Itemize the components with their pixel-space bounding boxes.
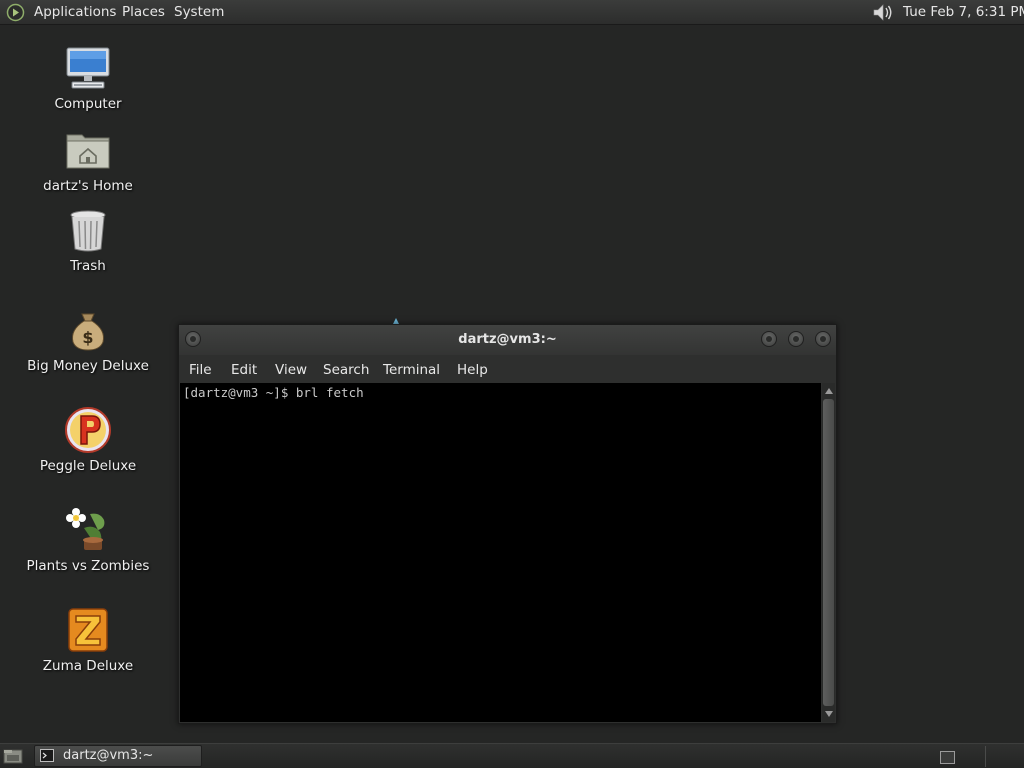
terminal-icon (40, 749, 54, 762)
menu-view[interactable]: View (275, 362, 307, 378)
desktop-icon-peggle[interactable]: Peggle Deluxe (23, 406, 153, 474)
desktop-icon-label: Computer (54, 96, 122, 112)
menu-search[interactable]: Search (323, 362, 369, 378)
svg-text:$: $ (82, 328, 93, 347)
main-menu-logo-icon[interactable] (6, 3, 25, 22)
desktop-icon-trash[interactable]: Trash (23, 206, 153, 274)
system-menu[interactable]: System (174, 4, 224, 20)
menu-file[interactable]: File (189, 362, 212, 378)
menu-help[interactable]: Help (457, 362, 488, 378)
computer-icon (66, 47, 110, 89)
desktop-icon-plants-vs-zombies[interactable]: Plants vs Zombies (23, 506, 153, 574)
terminal-scrollbar[interactable] (822, 383, 835, 722)
bottom-panel: dartz@vm3:~ (0, 743, 1024, 768)
maximize-button[interactable] (788, 331, 804, 347)
desktop-icon-label: Zuma Deluxe (42, 658, 134, 674)
desktop-icon-big-money[interactable]: $ Big Money Deluxe (23, 306, 153, 374)
window-titlebar[interactable]: dartz@vm3:~ (179, 325, 836, 355)
scroll-down-arrow-icon[interactable] (825, 711, 833, 717)
workspace-switcher[interactable] (940, 751, 955, 764)
minimize-button[interactable] (761, 331, 777, 347)
menu-terminal[interactable]: Terminal (383, 362, 440, 378)
terminal-menubar: File Edit View Search Terminal Help (179, 355, 836, 383)
terminal-line: [dartz@vm3 ~]$ brl fetch (183, 385, 364, 400)
panel-clock[interactable]: Tue Feb 7, 6:31 PM (903, 4, 1024, 20)
zuma-icon (68, 608, 108, 652)
desktop-icon-label: Trash (70, 258, 106, 274)
panel-divider (985, 746, 986, 767)
desktop-icon-label: Big Money Deluxe (27, 358, 149, 374)
show-desktop-icon[interactable] (3, 748, 23, 765)
taskbar-terminal-button[interactable]: dartz@vm3:~ (34, 745, 202, 767)
menu-edit[interactable]: Edit (231, 362, 257, 378)
desktop-icon-label: dartz's Home (43, 178, 133, 194)
top-panel: Applications Places System Tue Feb 7, 6:… (0, 0, 1024, 25)
desktop-icon-label: Plants vs Zombies (26, 558, 150, 574)
desktop-icon-home[interactable]: dartz's Home (23, 126, 153, 194)
home-folder-icon (66, 134, 110, 169)
trash-icon (70, 210, 106, 252)
places-menu[interactable]: Places (122, 4, 165, 20)
close-button[interactable] (815, 331, 831, 347)
terminal-output[interactable]: [dartz@vm3 ~]$ brl fetch (180, 383, 821, 722)
window-title: dartz@vm3:~ (458, 332, 557, 347)
taskbar-label: dartz@vm3:~ (63, 748, 154, 763)
desktop-icon-zuma[interactable]: Zuma Deluxe (23, 606, 153, 674)
volume-icon[interactable] (871, 2, 895, 23)
peggle-icon (65, 407, 111, 453)
terminal-window: dartz@vm3:~ File Edit View Search Termin… (178, 324, 837, 724)
scroll-up-arrow-icon[interactable] (825, 388, 833, 394)
plants-vs-zombies-icon (66, 508, 105, 550)
applications-menu[interactable]: Applications (34, 4, 116, 20)
desktop-icon-computer[interactable]: Computer (23, 44, 153, 112)
scroll-thumb[interactable] (823, 399, 834, 706)
desktop-icon-label: Peggle Deluxe (39, 458, 137, 474)
money-bag-icon: $ (72, 313, 104, 351)
